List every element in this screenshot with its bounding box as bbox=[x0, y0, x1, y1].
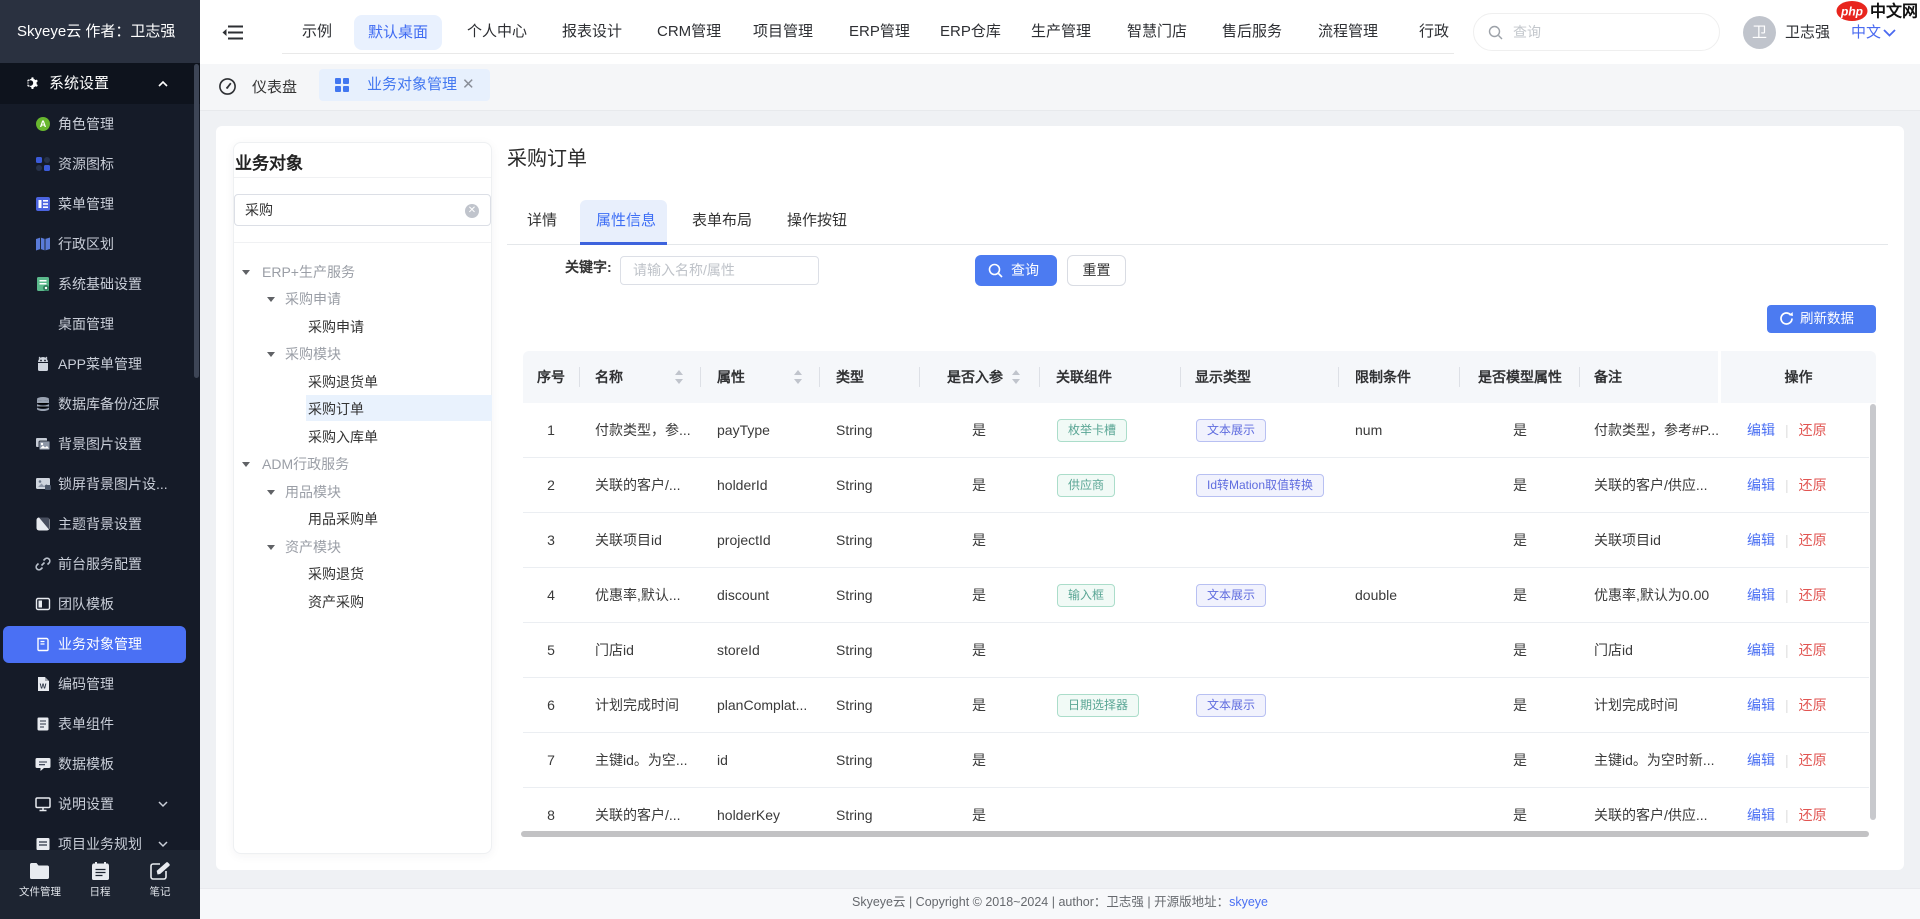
svg-text:W: W bbox=[40, 684, 47, 691]
svg-text:A: A bbox=[40, 119, 47, 129]
svg-text:中文网: 中文网 bbox=[1870, 2, 1918, 21]
svg-text:php: php bbox=[1840, 5, 1863, 19]
